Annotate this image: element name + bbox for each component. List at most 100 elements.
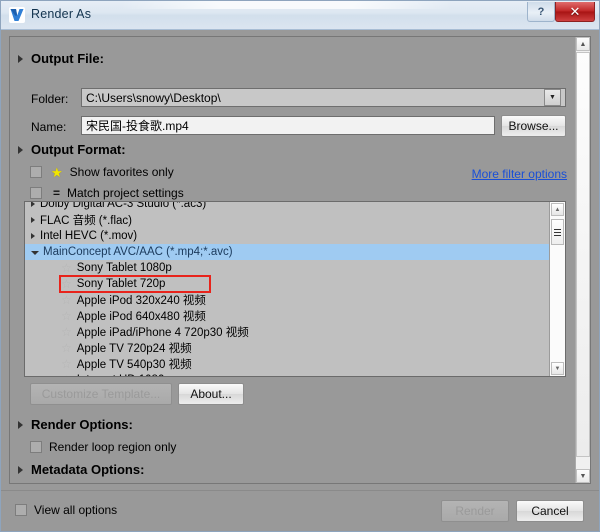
favorite-star-icon[interactable]: ☆ — [61, 326, 72, 338]
format-scroll-up-arrow[interactable]: ▲ — [551, 203, 564, 216]
format-list-scrollbar[interactable]: ▲ ▼ — [549, 202, 565, 376]
output-format-header-label: Output Format: — [31, 142, 126, 157]
format-list-item[interactable]: ☆ Apple iPod 320x240 视频 — [25, 292, 549, 308]
favorite-star-icon[interactable]: ☆ — [61, 310, 72, 322]
help-button[interactable]: ? — [527, 2, 555, 22]
format-list-item-label: Dolby Digital AC-3 Studio (*.ac3) — [40, 202, 207, 210]
chevron-down-icon — [31, 251, 39, 255]
render-options-section-header[interactable]: Render Options: — [10, 417, 133, 432]
window-title: Render As — [31, 7, 92, 21]
render-loop-label: Render loop region only — [49, 440, 177, 454]
chevron-right-icon — [31, 217, 35, 223]
titlebar-sheen — [121, 1, 451, 9]
format-scroll-down-arrow[interactable]: ▼ — [551, 362, 564, 375]
about-button[interactable]: About... — [178, 383, 244, 405]
format-list-item[interactable]: ☆ Sony Tablet 720p — [25, 276, 549, 292]
customize-template-button[interactable]: Customize Template... — [30, 383, 172, 405]
folder-value: C:\Users\snowy\Desktop\ — [86, 90, 221, 105]
format-list-item[interactable]: Dolby Digital AC-3 Studio (*.ac3) — [25, 202, 549, 212]
scroll-grip-icon — [554, 227, 561, 238]
title-bar: Render As ? ✕ — [1, 1, 599, 30]
view-all-options-label: View all options — [34, 503, 118, 517]
name-label: Name: — [31, 120, 67, 134]
format-list-item-label: Apple iPad/iPhone 4 720p30 视频 — [76, 327, 249, 339]
equals-icon: = — [53, 186, 61, 200]
dialog-scroll-pane: ▲ ▼ Output File: Folder: C:\Users\snowy\… — [9, 36, 591, 484]
format-list-item[interactable]: ☆ Internet HD 1080p — [25, 372, 549, 376]
format-scroll-thumb[interactable] — [551, 219, 564, 245]
format-list-item[interactable]: ☆ Sony Tablet 1080p — [25, 260, 549, 276]
format-list-items: Dolby Digital AC-3 Studio (*.ac3) FLAC 音频… — [25, 202, 549, 376]
dialog-body: ▲ ▼ Output File: Folder: C:\Users\snowy\… — [1, 30, 599, 490]
scroll-thumb[interactable] — [576, 52, 590, 457]
format-list-item-label: FLAC 音频 (*.flac) — [40, 215, 133, 227]
format-list-item-label: Sony Tablet 720p — [76, 278, 166, 290]
format-list[interactable]: ▲ ▼ Dolby Digital AC-3 Studio (*.ac3) FLA… — [24, 201, 566, 377]
name-value: 宋民国-投食歌.mp4 — [86, 119, 189, 133]
metadata-options-section-header[interactable]: Metadata Options: — [10, 462, 144, 477]
format-list-item[interactable]: ☆ Apple iPad/iPhone 4 720p30 视频 — [25, 324, 549, 340]
chevron-down-icon[interactable]: ▼ — [544, 89, 561, 106]
render-loop-row[interactable]: Render loop region only — [30, 440, 176, 454]
format-list-item-label: Apple TV 540p30 视频 — [76, 359, 192, 371]
folder-label: Folder: — [31, 92, 69, 106]
vegas-v-icon — [9, 7, 25, 23]
format-list-item[interactable]: ☆ Apple iPod 640x480 视频 — [25, 308, 549, 324]
output-file-header-label: Output File: — [31, 51, 104, 66]
format-list-item-label: Internet HD 1080p — [77, 374, 171, 376]
dialog-scrollbar[interactable]: ▲ ▼ — [575, 37, 590, 483]
show-favorites-row[interactable]: ★ Show favorites only — [30, 165, 174, 179]
dialog-footer: View all options Render Cancel — [1, 490, 599, 531]
favorite-star-icon[interactable]: ☆ — [61, 294, 72, 306]
chevron-right-icon — [18, 145, 23, 154]
help-icon: ? — [537, 5, 545, 18]
cancel-button[interactable]: Cancel — [516, 500, 584, 522]
output-file-section-header[interactable]: Output File: — [10, 51, 104, 66]
scroll-down-arrow[interactable]: ▼ — [576, 469, 590, 483]
match-project-row[interactable]: = Match project settings — [30, 186, 184, 200]
folder-combobox[interactable]: C:\Users\snowy\Desktop\ ▼ — [81, 88, 566, 107]
star-icon: ★ — [51, 164, 63, 180]
favorite-star-icon[interactable]: ☆ — [61, 358, 72, 370]
chevron-right-icon — [18, 420, 23, 429]
metadata-options-header-label: Metadata Options: — [31, 462, 145, 477]
format-list-item[interactable]: ☆ Apple TV 540p30 视频 — [25, 356, 549, 372]
favorite-star-icon[interactable]: ☆ — [61, 342, 72, 354]
view-all-options-checkbox[interactable] — [15, 504, 27, 516]
more-filter-options-link[interactable]: More filter options — [472, 167, 567, 181]
format-list-item-label: Apple iPod 640x480 视频 — [76, 311, 206, 323]
show-favorites-checkbox[interactable] — [30, 166, 42, 178]
format-list-item-label: Apple iPod 320x240 视频 — [76, 295, 206, 307]
browse-button[interactable]: Browse... — [501, 115, 566, 137]
format-list-item[interactable]: ☆ Apple TV 720p24 视频 — [25, 340, 549, 356]
browse-label: Browse... — [508, 119, 559, 133]
customize-template-label: Customize Template... — [41, 387, 161, 401]
render-options-header-label: Render Options: — [31, 417, 133, 432]
render-as-dialog: Render As ? ✕ ▲ ▼ Output File: Folder: C… — [0, 0, 600, 532]
about-label: About... — [190, 387, 232, 401]
format-list-item-label: MainConcept AVC/AAC (*.mp4;*.avc) — [43, 246, 233, 258]
chevron-right-icon — [18, 465, 23, 474]
format-list-item-label: Sony Tablet 1080p — [76, 262, 172, 274]
output-format-section-header[interactable]: Output Format: — [10, 142, 126, 157]
render-label: Render — [455, 504, 495, 518]
match-project-label: Match project settings — [67, 186, 184, 200]
format-list-item[interactable]: FLAC 音频 (*.flac) — [25, 212, 549, 228]
view-all-options-row[interactable]: View all options — [15, 503, 117, 517]
render-loop-checkbox[interactable] — [30, 441, 42, 453]
render-button[interactable]: Render — [441, 500, 509, 522]
favorite-star-icon[interactable]: ☆ — [61, 278, 72, 290]
name-input[interactable]: 宋民国-投食歌.mp4 — [81, 116, 495, 135]
format-list-item[interactable]: MainConcept AVC/AAC (*.mp4;*.avc) — [25, 244, 549, 260]
format-list-item-label: Apple TV 720p24 视频 — [76, 343, 192, 355]
match-project-checkbox[interactable] — [30, 187, 42, 199]
format-list-item[interactable]: Intel HEVC (*.mov) — [25, 228, 549, 244]
chevron-right-icon — [31, 233, 35, 239]
close-button[interactable]: ✕ — [555, 2, 595, 22]
favorite-star-icon[interactable]: ☆ — [61, 374, 72, 376]
cancel-label: Cancel — [531, 504, 569, 518]
scroll-up-arrow[interactable]: ▲ — [576, 37, 590, 51]
chevron-right-icon — [31, 202, 35, 207]
favorite-star-icon[interactable]: ☆ — [61, 262, 72, 274]
show-favorites-label: Show favorites only — [69, 165, 174, 179]
